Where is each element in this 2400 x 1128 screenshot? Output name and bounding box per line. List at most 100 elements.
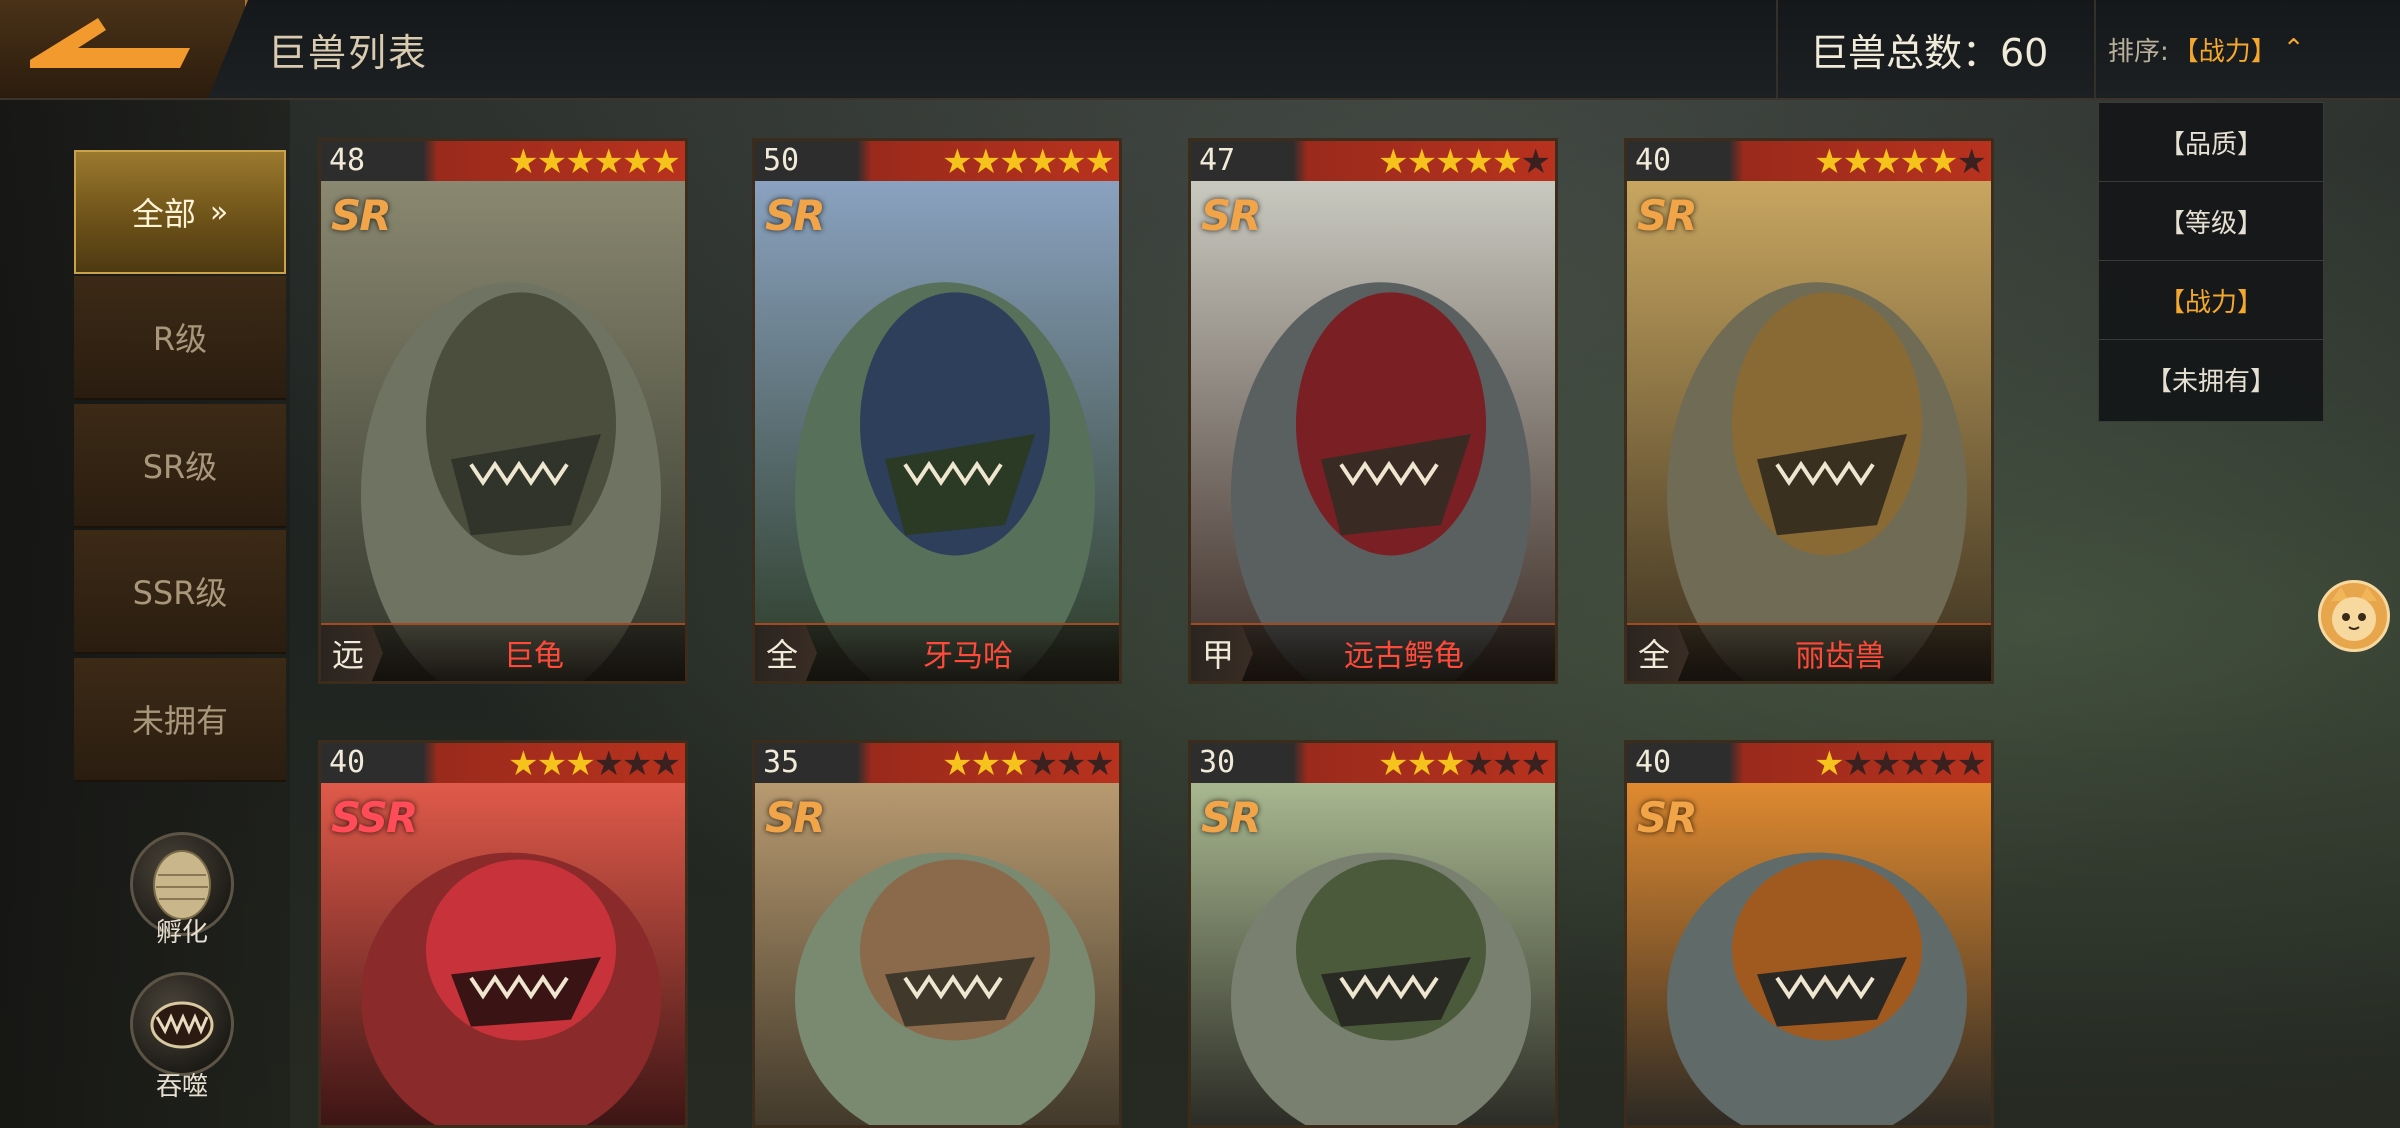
card-header: 50 ★★★★★★	[755, 141, 1119, 182]
beast-card[interactable]: 35 ★★★★★★ SR	[752, 740, 1122, 1128]
beast-level: 47	[1199, 143, 1236, 178]
star-icon: ★	[508, 744, 539, 784]
beast-level: 35	[763, 745, 800, 780]
sidebar-filter-label: 未拥有	[131, 702, 228, 740]
beast-card[interactable]: 30 ★★★★★★ SR	[1188, 740, 1558, 1128]
double-chevron-right-icon: »	[209, 194, 229, 230]
star-icon: ★	[1956, 142, 1988, 182]
card-header: 35 ★★★★★★	[755, 743, 1119, 784]
star-icon: ★	[622, 142, 653, 182]
beast-level: 40	[329, 745, 366, 780]
card-footer: 全 丽齿兽	[1627, 623, 1991, 681]
star-rating: ★★★★★★	[942, 744, 1116, 784]
sidebar-filter-item[interactable]: SSR级	[74, 530, 286, 654]
star-icon: ★	[1899, 744, 1931, 784]
beast-card[interactable]: 40 ★★★★★★ SR 全丽齿兽	[1624, 138, 1994, 684]
page-title: 巨兽列表	[268, 31, 429, 75]
back-button[interactable]	[0, 0, 248, 98]
devour-label: 吞噬	[155, 1072, 208, 1102]
beast-total-count: 巨兽总数：60	[1776, 0, 2092, 98]
sort-option[interactable]: 【品质】	[2099, 103, 2323, 182]
chevron-up-icon: ⌃	[2282, 34, 2305, 64]
hatch-label: 孵化	[155, 918, 208, 948]
star-icon: ★	[565, 142, 596, 182]
star-icon: ★	[593, 142, 625, 182]
sort-value: 【战力】	[2172, 36, 2277, 67]
star-icon: ★	[1027, 142, 1059, 182]
beast-name: 牙马哈	[923, 639, 1013, 674]
beast-portrait	[321, 181, 685, 681]
star-icon: ★	[1027, 744, 1059, 784]
rarity-badge: SR	[331, 191, 392, 240]
beast-name: 巨龟	[504, 639, 564, 674]
star-icon: ★	[1463, 142, 1495, 182]
beast-role: 全	[1627, 625, 1689, 681]
top-bar: 巨兽列表 巨兽总数：60 排序: 【战力】 ⌃	[0, 0, 2400, 100]
star-icon: ★	[650, 744, 682, 784]
star-rating: ★★★★★★	[508, 142, 681, 182]
sidebar-filter-item[interactable]: SR级	[74, 404, 286, 528]
star-rating: ★★★★★★	[1378, 744, 1551, 784]
star-icon: ★	[1956, 744, 1988, 784]
rarity-badge: SR	[765, 191, 826, 240]
star-rating: ★★★★★★	[1814, 744, 1988, 784]
star-icon: ★	[1084, 744, 1116, 784]
star-icon: ★	[1899, 142, 1931, 182]
sidebar-filter-label: R级	[152, 320, 208, 358]
card-header: 48 ★★★★★★	[321, 141, 685, 182]
star-icon: ★	[1378, 142, 1409, 182]
card-header: 47 ★★★★★★	[1191, 141, 1555, 182]
sort-toggle[interactable]: 排序: 【战力】 ⌃	[2094, 0, 2324, 98]
star-icon: ★	[565, 744, 596, 784]
sort-label: 排序:	[2108, 36, 2169, 67]
back-arrow-icon	[30, 18, 190, 68]
sidebar-filter-item[interactable]: R级	[74, 276, 286, 400]
sidebar-filter-item[interactable]: 未拥有	[74, 658, 286, 782]
star-icon: ★	[1056, 142, 1087, 182]
beast-role: 全	[755, 625, 817, 681]
card-footer: 全 牙马哈	[755, 623, 1119, 681]
beast-card[interactable]: 47 ★★★★★★ SR 甲远古鳄龟	[1188, 138, 1558, 684]
star-icon: ★	[622, 744, 653, 784]
beast-portrait	[1627, 181, 1991, 681]
beast-role: 甲	[1191, 625, 1253, 681]
star-icon: ★	[999, 744, 1030, 784]
star-icon: ★	[1928, 142, 1959, 182]
star-icon: ★	[970, 744, 1002, 784]
sort-option[interactable]: 【未拥有】	[2099, 340, 2323, 419]
cat-mascot-icon[interactable]	[2318, 580, 2390, 652]
star-icon: ★	[1084, 142, 1116, 182]
devour-button[interactable]	[130, 972, 234, 1076]
star-icon: ★	[593, 744, 625, 784]
star-icon: ★	[1871, 744, 1902, 784]
star-icon: ★	[1435, 142, 1466, 182]
sort-option[interactable]: 【战力】	[2099, 261, 2323, 340]
card-footer: 甲 远古鳄龟	[1191, 623, 1555, 681]
rarity-badge: SR	[1637, 793, 1698, 842]
star-rating: ★★★★★★	[508, 744, 682, 784]
star-icon: ★	[1814, 744, 1845, 784]
rarity-badge: SR	[1637, 191, 1698, 240]
star-icon: ★	[1520, 142, 1552, 182]
rarity-badge: SR	[765, 793, 826, 842]
beast-card[interactable]: 40 ★★★★★★ SR	[1624, 740, 1994, 1128]
sort-option[interactable]: 【等级】	[2099, 182, 2323, 261]
star-icon: ★	[1406, 744, 1438, 784]
sidebar-filter-label: SSR级	[132, 574, 228, 612]
beast-card[interactable]: 48 ★★★★★★ SR 远巨龟	[318, 138, 688, 684]
card-footer: 远 巨龟	[321, 623, 685, 681]
beast-card[interactable]: 40 ★★★★★★ SSR	[318, 740, 688, 1128]
star-icon: ★	[999, 142, 1030, 182]
beast-portrait	[755, 181, 1119, 681]
rarity-badge: SSR	[331, 793, 418, 842]
sidebar-filter-label: SR级	[142, 448, 218, 486]
star-icon: ★	[1492, 142, 1523, 182]
sidebar-filter-item[interactable]: 全部 »	[74, 150, 286, 274]
beast-card[interactable]: 50 ★★★★★★ SR 全 牙马哈	[752, 138, 1122, 684]
card-header: 40 ★★★★★★	[321, 743, 685, 784]
star-icon: ★	[1814, 142, 1845, 182]
star-icon: ★	[1463, 744, 1495, 784]
beast-name: 远古鳄龟	[1344, 639, 1464, 674]
star-icon: ★	[1378, 744, 1409, 784]
star-icon: ★	[508, 142, 539, 182]
